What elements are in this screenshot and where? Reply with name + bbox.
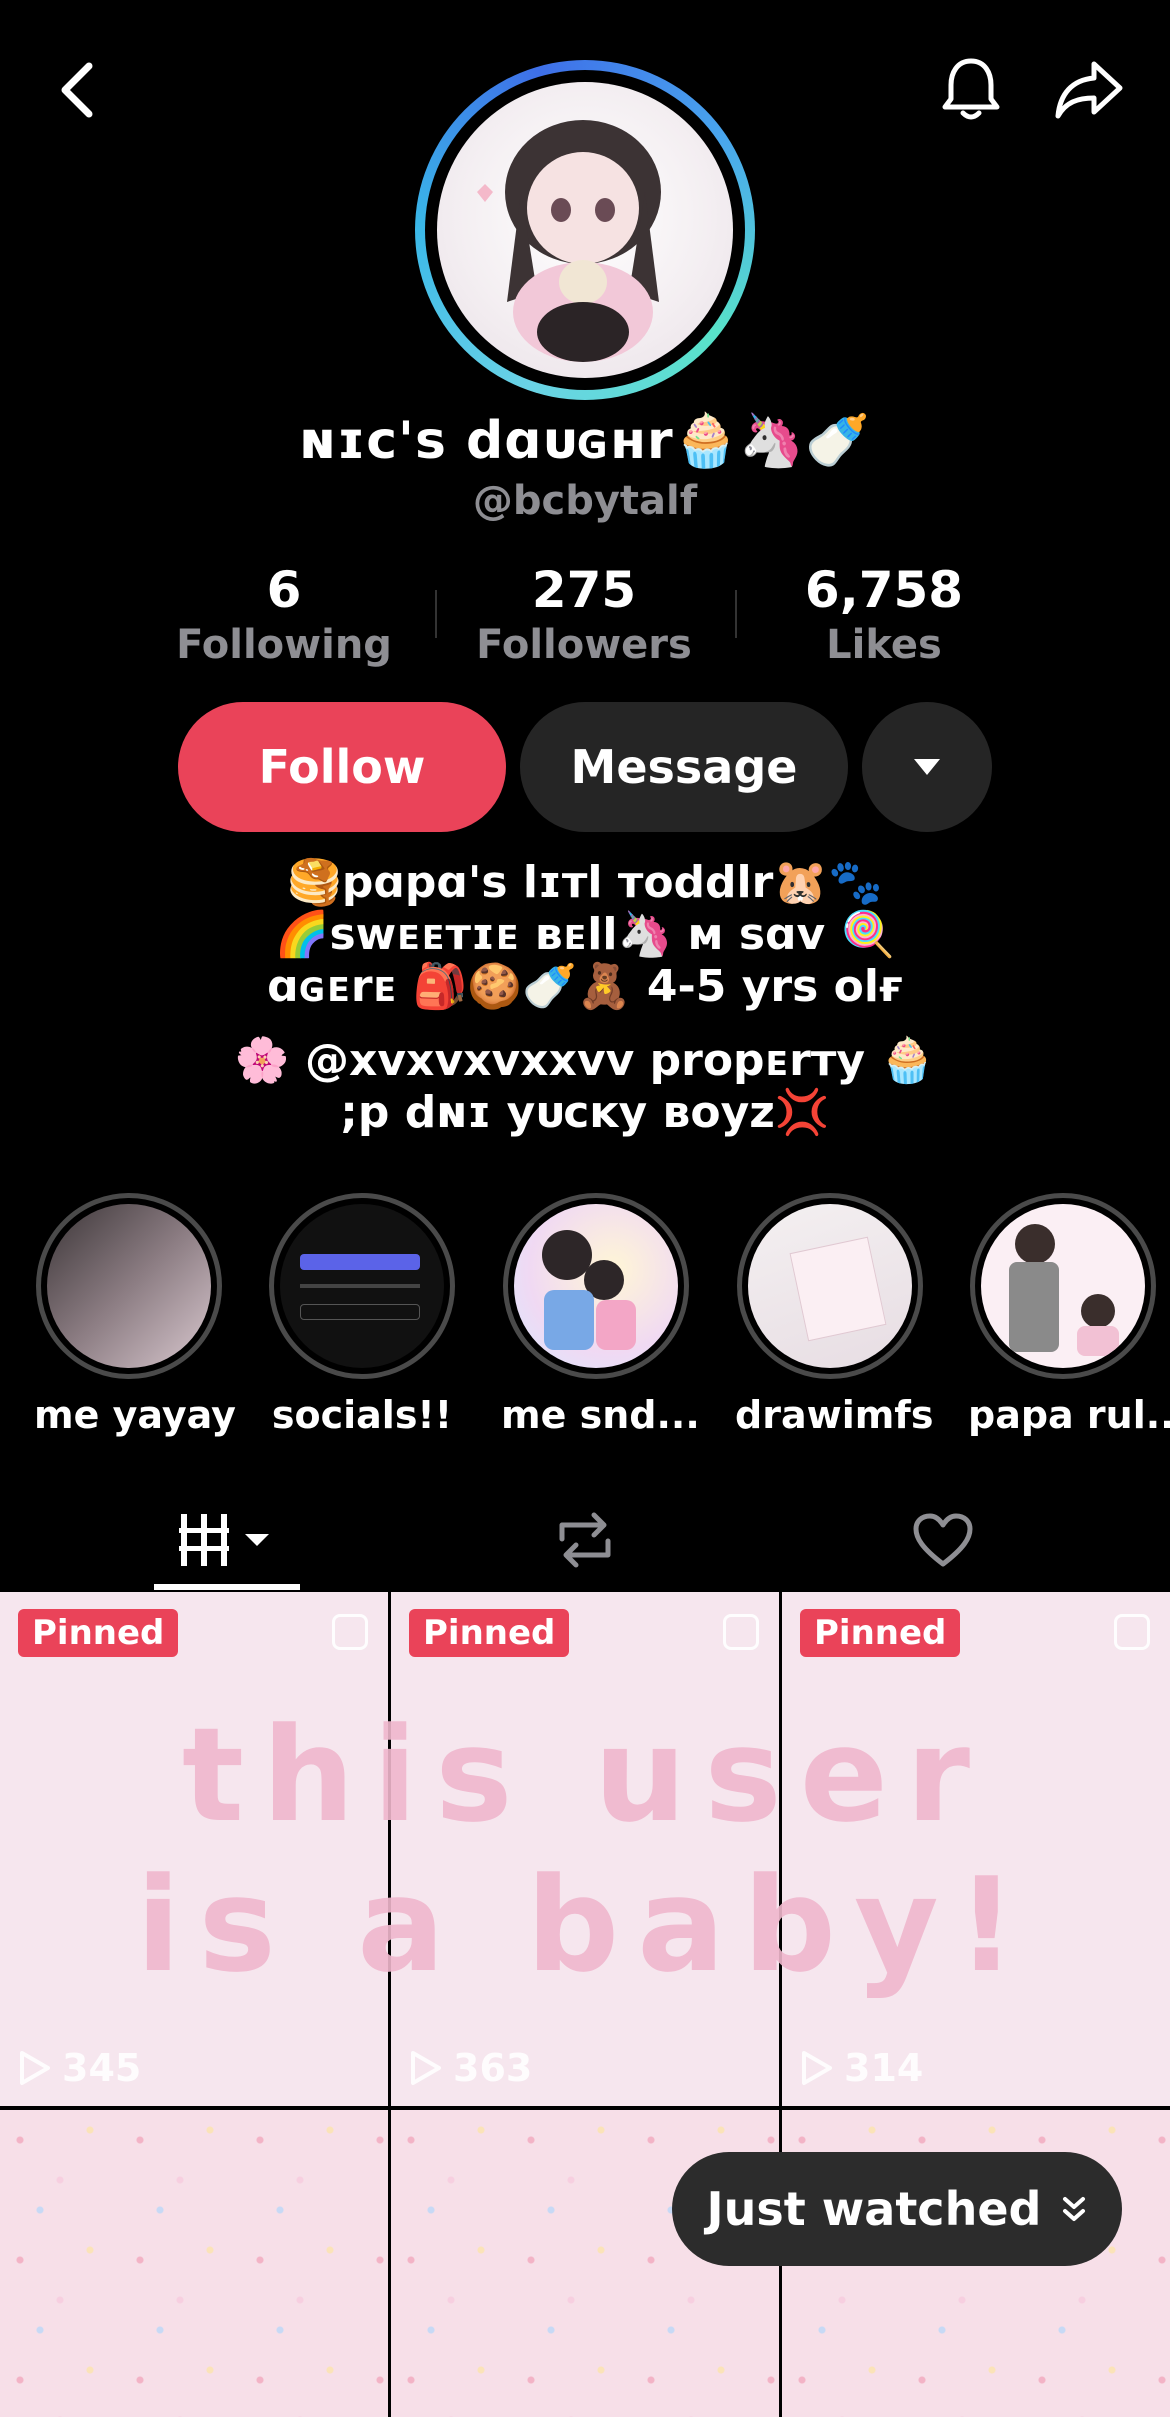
heart-icon (913, 1513, 973, 1567)
pinned-badge: Pinned (18, 1609, 179, 1657)
chevron-down-icon (914, 759, 940, 775)
share-button[interactable] (1054, 55, 1124, 125)
grid-icon (179, 1514, 269, 1566)
highlight-label: drawimfs (735, 1393, 934, 1437)
thumbnail-overlay-text: this user is a baby! (0, 1700, 1170, 2000)
highlight-item[interactable]: drawimfs (735, 1193, 934, 1437)
overlay-line: this user (181, 1699, 989, 1851)
tab-videos[interactable] (154, 1490, 300, 1590)
highlight-image (748, 1204, 912, 1368)
highlight-image (981, 1204, 1145, 1368)
overlay-line: is a baby! (135, 1849, 1035, 2001)
view-count-value: 314 (844, 2046, 924, 2090)
just-watched-label: Just watched (706, 2182, 1042, 2236)
tab-reposts[interactable] (520, 1490, 650, 1590)
bio-line: 🌈sᴡᴇᴇтɪᴇ ʙᴇll🦄 ᴍ sɑv 🍭 (274, 909, 896, 960)
bio-line: 🥞pɑpɑ's lɪтl тoddlr🐹🐾 (287, 857, 883, 908)
view-count-value: 345 (62, 2046, 142, 2090)
bio-text: 🥞pɑpɑ's lɪтl тoddlr🐹🐾 🌈sᴡᴇᴇтɪᴇ ʙᴇll🦄 ᴍ s… (0, 857, 1170, 1013)
avatar-image (437, 82, 733, 378)
pinned-badge: Pinned (800, 1609, 961, 1657)
select-checkbox[interactable] (1114, 1614, 1150, 1650)
double-chevron-down-icon (1063, 2197, 1086, 2221)
view-count-value: 363 (453, 2046, 533, 2090)
bio-text-secondary: 🌸 @xvxvxvxxvv propᴇrтy 🧁 ;p dɴɪ yᴜᴄᴋy ʙo… (0, 1035, 1170, 1139)
select-checkbox[interactable] (332, 1614, 368, 1650)
message-button[interactable]: Message (520, 702, 848, 832)
highlight-item[interactable]: papa rul... (968, 1193, 1170, 1437)
display-name: ɴɪᴄ's dɑᴜɢʜr🧁🦄🍼 (299, 411, 871, 471)
following-stat[interactable]: 6 Following (154, 560, 414, 670)
bell-icon (942, 58, 1000, 120)
play-icon (20, 2051, 50, 2085)
bio-line: ɑɢᴇrᴇ 🎒🍪🍼🧸 4-5 yrs olғ (267, 961, 903, 1012)
follow-button[interactable]: Follow (178, 702, 506, 832)
highlight-label: socials!! (271, 1393, 453, 1437)
followers-count: 275 (531, 561, 637, 619)
bio-line: ;p dɴɪ yᴜᴄᴋy ʙoyz💢 (340, 1087, 830, 1138)
highlight-label: me snd... (501, 1393, 700, 1437)
notification-bell-button[interactable] (936, 55, 1006, 125)
likes-count: 6,758 (804, 561, 964, 619)
avatar-illustration (477, 120, 661, 362)
select-checkbox[interactable] (723, 1614, 759, 1650)
following-label: Following (176, 622, 392, 668)
back-button[interactable] (42, 55, 112, 125)
share-icon (1055, 61, 1123, 119)
view-count: 363 (409, 2046, 532, 2090)
avatar-frame (425, 70, 745, 390)
username-handle: @bcbytalf (472, 478, 698, 524)
repost-icon (559, 1512, 611, 1568)
highlight-label: papa rul... (968, 1393, 1170, 1437)
bio-line: 🌸 @xvxvxvxxvv propᴇrтy 🧁 (234, 1035, 936, 1086)
highlight-image (280, 1204, 444, 1368)
just-watched-button[interactable]: Just watched (672, 2152, 1122, 2266)
highlight-item[interactable]: me yayay (34, 1193, 236, 1437)
sprinkles-background (0, 2110, 388, 2417)
highlight-item[interactable]: socials!! (267, 1193, 457, 1437)
highlight-cover (737, 1193, 923, 1379)
highlight-image (514, 1204, 678, 1368)
highlight-cover (970, 1193, 1156, 1379)
stat-divider (735, 590, 737, 638)
view-count: 345 (18, 2046, 141, 2090)
highlight-cover (503, 1193, 689, 1379)
followers-label: Followers (476, 622, 692, 668)
tab-liked[interactable] (878, 1490, 1008, 1590)
play-icon (802, 2051, 832, 2085)
stat-divider (435, 590, 437, 638)
likes-label: Likes (826, 622, 942, 668)
highlight-image (47, 1204, 211, 1368)
active-tab-indicator (154, 1584, 300, 1590)
highlight-cover (36, 1193, 222, 1379)
back-icon (61, 62, 93, 118)
view-count: 314 (800, 2046, 923, 2090)
more-options-button[interactable] (862, 702, 992, 832)
followers-stat[interactable]: 275 Followers (454, 560, 714, 670)
pinned-badge: Pinned (409, 1609, 570, 1657)
highlight-cover (269, 1193, 455, 1379)
highlight-label: me yayay (34, 1393, 236, 1437)
avatar[interactable] (415, 60, 755, 400)
highlight-item[interactable]: me snd... (501, 1193, 700, 1437)
play-icon (411, 2051, 441, 2085)
video-thumbnail[interactable] (0, 2110, 388, 2417)
following-count: 6 (266, 561, 302, 619)
profile-page: ɴɪᴄ's dɑᴜɢʜr🧁🦄🍼 @bcbytalf 6 Following 27… (0, 0, 1170, 2417)
likes-stat[interactable]: 6,758 Likes (754, 560, 1014, 670)
